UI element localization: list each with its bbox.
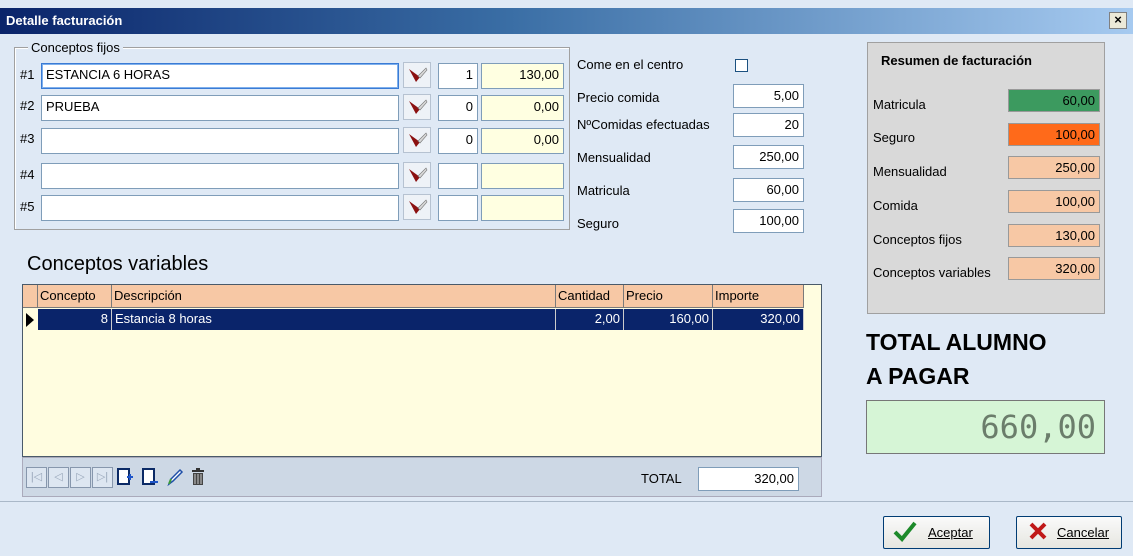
insert-record-icon[interactable] [115,467,135,488]
row-2-label: #2 [20,98,35,113]
total-alumno-value: 660,00 [866,400,1105,454]
cantidad-1-input[interactable]: 1 [438,63,478,89]
mensualidad-label: Mensualidad [577,150,651,165]
cantidad-2-input[interactable]: 0 [438,95,478,121]
conceptos-variables-title: Conceptos variables [27,253,209,275]
total-alumno-title-line1: TOTAL ALUMNO [866,329,1047,355]
brush-icon[interactable] [403,194,431,220]
resumen-seguro-value: 100,00 [1008,123,1100,146]
row-4-label: #4 [20,167,35,182]
importe-5-input[interactable] [481,195,564,221]
cantidad-4-input[interactable] [438,163,478,189]
row-3-label: #3 [20,131,35,146]
concepto-fijo-3-input[interactable] [41,128,399,154]
cantidad-3-input[interactable]: 0 [438,128,478,154]
concepto-fijo-4-input[interactable] [41,163,399,189]
importe-1-input[interactable]: 130,00 [481,63,564,89]
column-concepto[interactable]: Concepto [38,285,112,308]
brush-icon[interactable] [403,94,431,120]
row-5-label: #5 [20,199,35,214]
close-button[interactable]: × [1109,12,1127,29]
cancelar-label: Cancelar [1057,525,1110,540]
conceptos-fijos-label: Conceptos fijos [28,40,123,55]
seguro-label: Seguro [577,216,619,231]
table-row-importe[interactable]: 320,00 [713,309,804,330]
come-en-el-centro-checkbox[interactable] [735,59,748,72]
append-record-icon[interactable] [140,467,160,488]
resumen-matricula-label: Matricula [873,97,926,112]
delete-record-icon[interactable] [188,467,208,488]
precio-comida-label: Precio comida [577,90,660,105]
resumen-title: Resumen de facturación [881,53,1032,68]
brush-icon[interactable] [403,127,431,153]
prior-record-icon[interactable]: ◁ [48,467,69,488]
concepto-fijo-1-input[interactable]: ESTANCIA 6 HORAS [41,63,399,89]
table-row-descripcion[interactable]: Estancia 8 horas [112,309,556,330]
table-row-cantidad[interactable]: 2,00 [556,309,624,330]
conceptos-variables-grid[interactable]: Concepto Descripción Cantidad Precio Imp… [22,284,822,457]
mensualidad-input[interactable]: 250,00 [733,145,804,169]
seguro-input[interactable]: 100,00 [733,209,804,233]
edit-record-icon[interactable] [165,467,185,488]
row-indicator-icon [25,312,35,331]
matricula-label: Matricula [577,183,630,198]
resumen-mensualidad-value: 250,00 [1008,156,1100,179]
resumen-conceptos-variables-label: Conceptos variables [873,265,991,280]
matricula-input[interactable]: 60,00 [733,178,804,202]
cantidad-5-input[interactable] [438,195,478,221]
table-row-concepto[interactable]: 8 [38,309,112,330]
total-alumno-title: TOTAL ALUMNO A PAGAR [866,325,1116,393]
row-1-label: #1 [20,67,35,82]
resumen-conceptos-variables-value: 320,00 [1008,257,1100,280]
resumen-comida-value: 100,00 [1008,190,1100,213]
cross-icon [1027,519,1049,549]
cancelar-button[interactable]: Cancelar [1016,516,1122,549]
brush-icon[interactable] [403,62,431,88]
resumen-seguro-label: Seguro [873,130,915,145]
resumen-matricula-value: 60,00 [1008,89,1100,112]
column-descripcion[interactable]: Descripción [112,285,556,308]
column-importe[interactable]: Importe [713,285,804,308]
total-variables-value: 320,00 [698,467,799,491]
importe-4-input[interactable] [481,163,564,189]
importe-3-input[interactable]: 0,00 [481,128,564,154]
concepto-fijo-2-input[interactable]: PRUEBA [41,95,399,121]
first-record-icon[interactable]: |◁ [26,467,47,488]
table-row-precio[interactable]: 160,00 [624,309,713,330]
num-comidas-input[interactable]: 20 [733,113,804,137]
resumen-conceptos-fijos-value: 130,00 [1008,224,1100,247]
window-title: Detalle facturación [6,13,123,28]
next-record-icon[interactable]: ▷ [70,467,91,488]
come-en-el-centro-label: Come en el centro [577,57,684,72]
resumen-panel: Resumen de facturación Matricula 60,00 S… [867,42,1105,314]
grid-indicator-header [23,285,38,308]
title-bar: Detalle facturación × [0,8,1133,34]
precio-comida-input[interactable]: 5,00 [733,84,804,108]
num-comidas-label: NºComidas efectuadas [577,117,710,132]
last-record-icon[interactable]: ▷| [92,467,113,488]
aceptar-button[interactable]: Aceptar [883,516,990,549]
total-alumno-title-line2: A PAGAR [866,363,970,389]
aceptar-label: Aceptar [928,525,973,540]
navigator-bar: |◁ ◁ ▷ ▷| TOTAL 320,00 [22,457,822,497]
resumen-conceptos-fijos-label: Conceptos fijos [873,232,962,247]
concepto-fijo-5-input[interactable] [41,195,399,221]
resumen-comida-label: Comida [873,198,918,213]
importe-2-input[interactable]: 0,00 [481,95,564,121]
total-label: TOTAL [641,471,682,486]
check-icon [892,519,918,549]
brush-icon[interactable] [403,162,431,188]
resumen-mensualidad-label: Mensualidad [873,164,947,179]
column-precio[interactable]: Precio [624,285,713,308]
column-cantidad[interactable]: Cantidad [556,285,624,308]
